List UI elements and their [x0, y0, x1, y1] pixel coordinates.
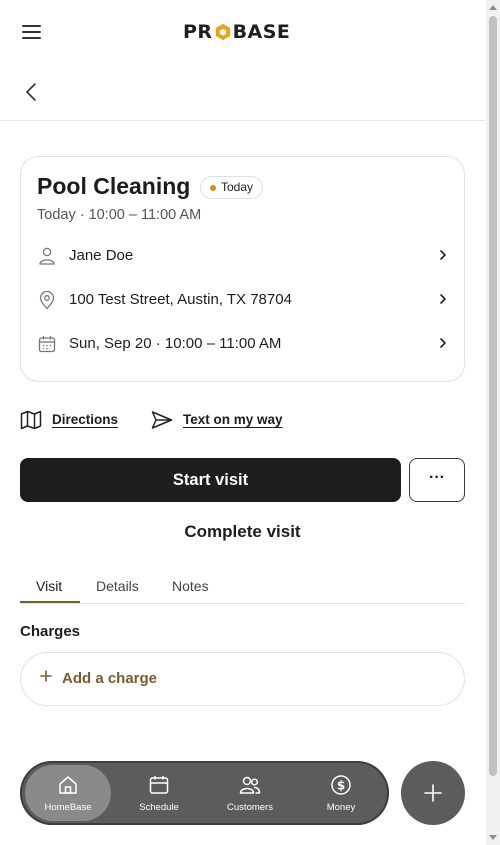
visit-card: Pool Cleaning Today Today · 10:00 – 11:0…	[20, 156, 465, 382]
directions-label: Directions	[52, 412, 119, 427]
active-tab-indicator	[20, 601, 80, 603]
calendar-icon	[149, 776, 169, 794]
address-text: 100 Test Street, Austin, TX 78704	[69, 291, 292, 308]
address-row[interactable]: 100 Test Street, Austin, TX 78704	[37, 284, 449, 314]
nav-money[interactable]: $ Money	[298, 765, 384, 821]
plus-icon	[424, 784, 442, 802]
tab-notes[interactable]: Notes	[172, 578, 209, 594]
add-charge-button[interactable]: Add a charge	[20, 652, 465, 706]
nav-homebase[interactable]: HomeBase	[25, 765, 111, 821]
menu-icon[interactable]	[22, 24, 42, 40]
logo-text-left: PR	[183, 21, 213, 43]
nav-schedule[interactable]: Schedule	[116, 765, 202, 821]
location-pin-icon	[39, 290, 55, 310]
bottom-nav: HomeBase Schedule Customers $ Money	[20, 761, 389, 825]
tab-details[interactable]: Details	[96, 578, 139, 594]
scroll-up-arrow-icon[interactable]	[489, 5, 497, 10]
chevron-right-icon	[440, 294, 446, 304]
today-badge: Today	[200, 176, 264, 199]
nav-money-label: Money	[326, 802, 356, 813]
home-icon	[59, 776, 77, 794]
svg-text:$: $	[337, 779, 345, 793]
nav-customers[interactable]: Customers	[207, 765, 293, 821]
schedule-text: Sun, Sep 20 · 10:00 – 11:00 AM	[69, 335, 282, 352]
nav-customers-label: Customers	[227, 802, 273, 813]
top-bar: PR BASE	[0, 0, 486, 64]
directions-link[interactable]: Directions	[20, 408, 130, 432]
users-icon	[239, 776, 261, 794]
charges-title: Charges	[20, 623, 81, 640]
schedule-row[interactable]: Sun, Sep 20 · 10:00 – 11:00 AM	[37, 328, 449, 358]
scrollbar-thumb[interactable]	[489, 16, 497, 776]
text-on-my-way-label: Text on my way	[183, 412, 283, 427]
visit-time-summary: Today · 10:00 – 11:00 AM	[37, 207, 202, 223]
add-charge-label: Add a charge	[62, 670, 158, 687]
dollar-icon: $	[331, 775, 351, 795]
visit-title: Pool Cleaning	[37, 173, 191, 199]
nav-homebase-label: HomeBase	[44, 802, 92, 813]
chevron-right-icon	[440, 338, 446, 348]
nav-schedule-label: Schedule	[139, 802, 179, 813]
back-bar	[0, 64, 486, 121]
map-icon	[20, 410, 42, 430]
plus-icon	[40, 670, 52, 682]
tab-bar: Visit Details Notes	[20, 570, 465, 604]
text-on-my-way-link[interactable]: Text on my way	[151, 408, 291, 432]
person-icon	[39, 247, 55, 265]
send-icon	[151, 411, 173, 429]
page-scrollbar[interactable]	[486, 0, 500, 845]
customer-row[interactable]: Jane Doe	[37, 240, 449, 270]
logo-text-right: BASE	[232, 21, 291, 43]
back-arrow-icon[interactable]	[22, 82, 42, 102]
page: PR BASE Pool Cleaning Today Today · 10:0…	[0, 0, 486, 845]
add-fab-button[interactable]	[401, 761, 465, 825]
tab-visit[interactable]: Visit	[36, 578, 62, 594]
calendar-icon	[38, 336, 56, 353]
more-options-button[interactable]: ···	[409, 458, 465, 502]
chevron-right-icon	[440, 250, 446, 260]
start-visit-button[interactable]: Start visit	[20, 458, 401, 502]
complete-visit-button[interactable]: Complete visit	[20, 514, 465, 550]
logo-hexagon-icon	[215, 23, 230, 41]
customer-name: Jane Doe	[69, 247, 134, 264]
scroll-down-arrow-icon[interactable]	[489, 835, 497, 840]
logo: PR BASE	[183, 20, 290, 44]
